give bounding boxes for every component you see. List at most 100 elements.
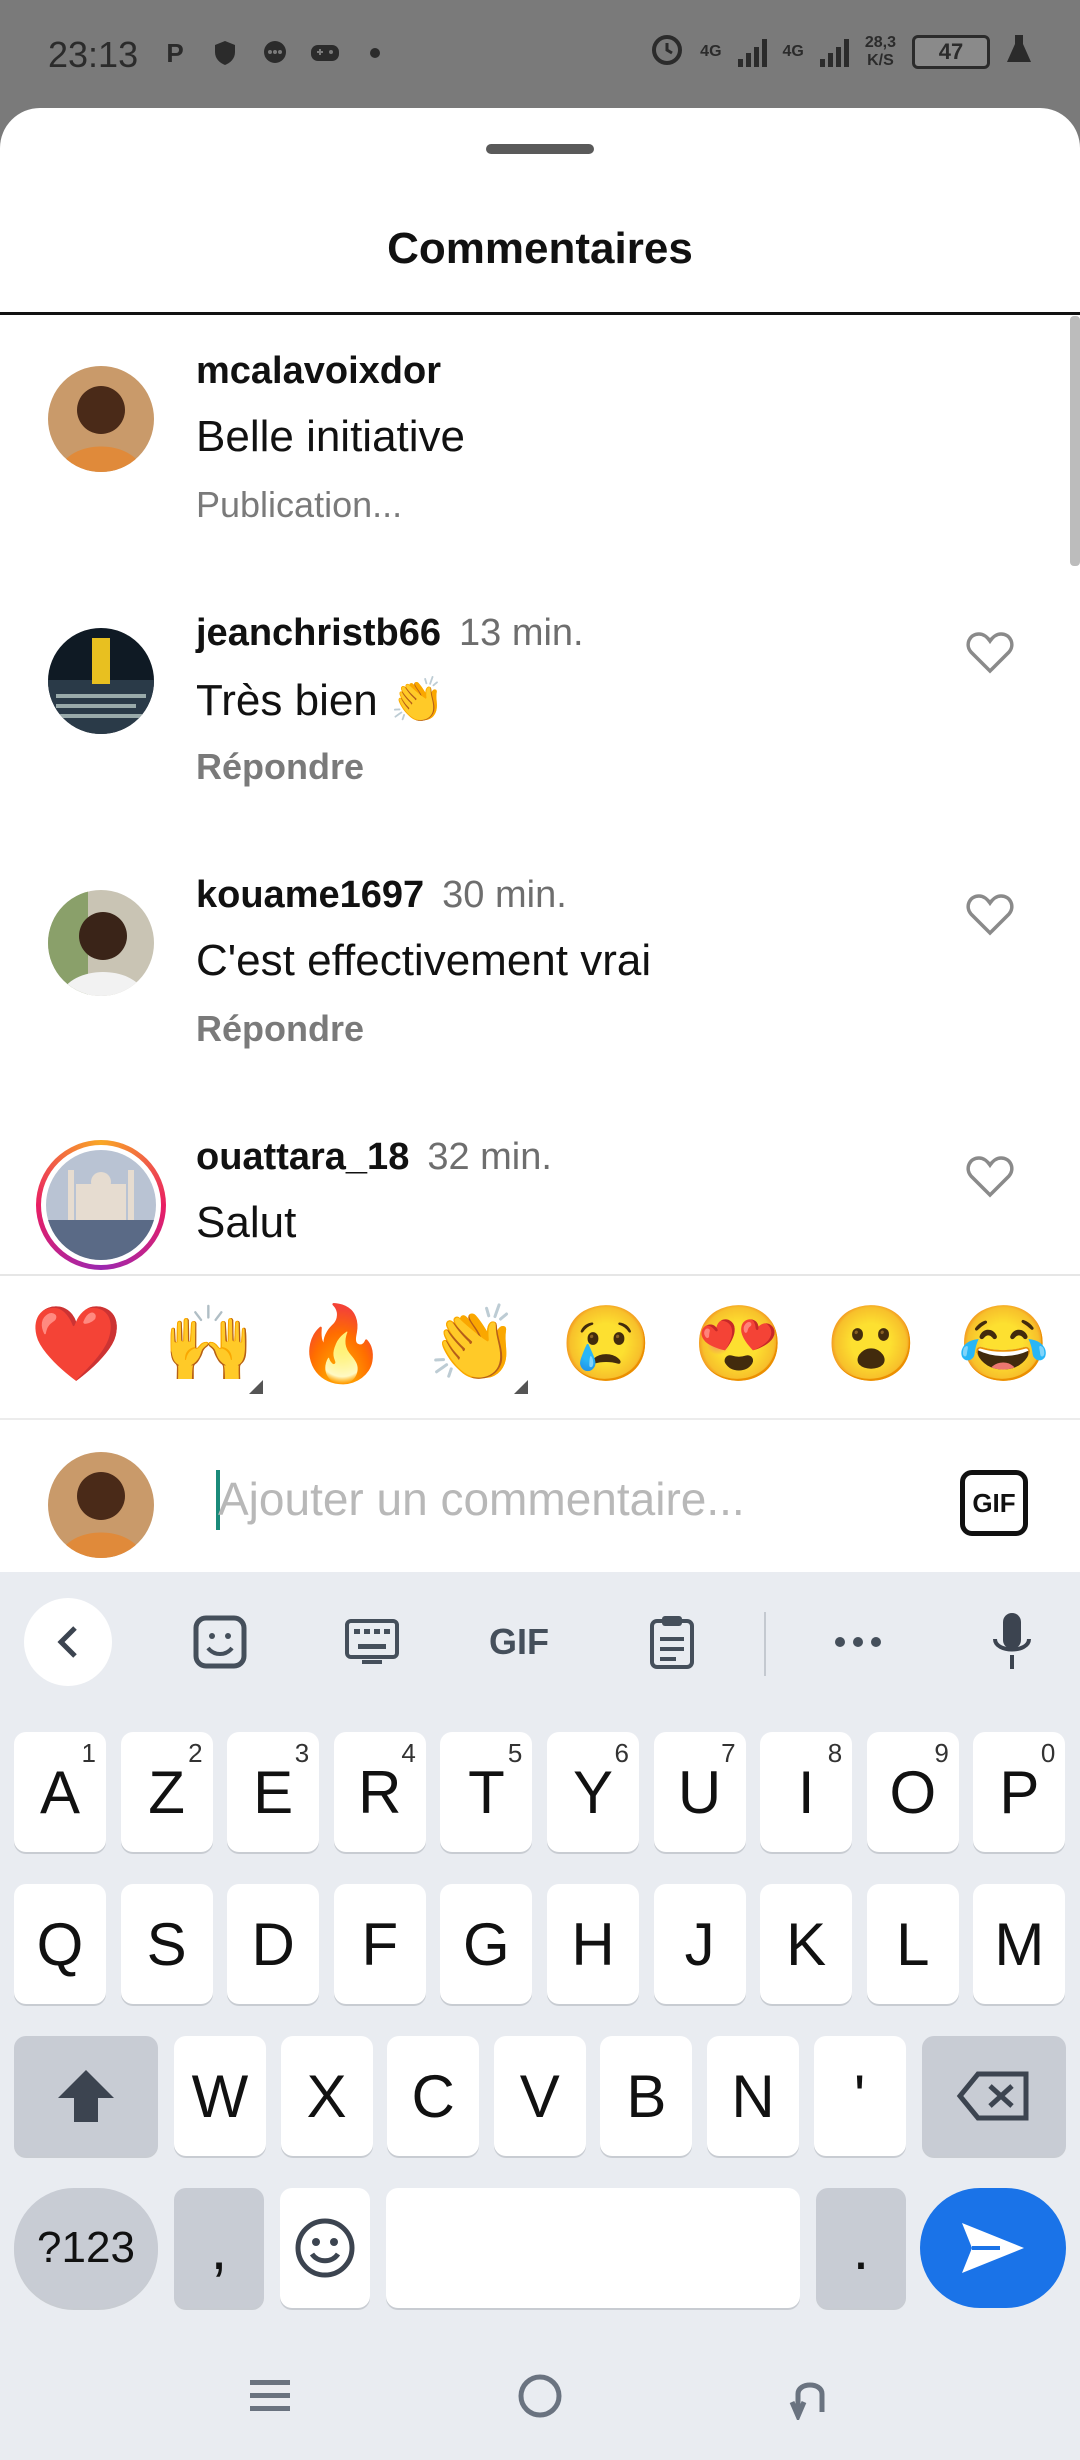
key-apostrophe[interactable]: ' — [813, 2036, 906, 2156]
comment-input[interactable] — [218, 1464, 918, 1534]
key-hint: 4 — [401, 1738, 416, 1768]
status-bar: 23:13 P 4G 4G 28,3 K/S 47 — [0, 0, 1080, 108]
key-label: W — [191, 2062, 249, 2130]
key-t[interactable]: T5 — [440, 1732, 533, 1852]
comment-item: mcalavoixdor Belle initiative Publicatio… — [0, 316, 1080, 578]
more-button[interactable] — [826, 1612, 890, 1672]
gif-keyboard-button[interactable]: GIF — [482, 1612, 556, 1672]
key-p[interactable]: P0 — [973, 1732, 1066, 1852]
home-nav-button[interactable] — [510, 2366, 570, 2426]
key-r[interactable]: R4 — [333, 1732, 426, 1852]
emoji-crying-button[interactable]: 😢 — [556, 1301, 656, 1388]
reply-button[interactable]: Répondre — [196, 746, 364, 788]
menu-nav-button[interactable] — [240, 2366, 300, 2426]
comment-username[interactable]: kouame1697 — [196, 874, 424, 916]
drag-handle[interactable] — [486, 144, 594, 154]
key-label: F — [361, 1910, 399, 1978]
comment-username[interactable]: ouattara_18 — [196, 1136, 409, 1178]
home-circle-icon — [518, 2374, 562, 2418]
key-hint: 6 — [614, 1738, 629, 1768]
key-k[interactable]: K — [760, 1884, 853, 2004]
key-i[interactable]: I8 — [760, 1732, 853, 1852]
key-h[interactable]: H — [547, 1884, 639, 2004]
emoji-surprised-button[interactable]: 😮 — [821, 1301, 921, 1388]
keyboard-layout-button[interactable] — [340, 1612, 404, 1672]
key-n[interactable]: N — [707, 2036, 799, 2156]
back-nav-button[interactable] — [780, 2366, 840, 2426]
scrollbar[interactable] — [1070, 316, 1080, 566]
gif-button[interactable]: GIF — [960, 1470, 1028, 1536]
key-hint: 7 — [721, 1738, 736, 1768]
key-c[interactable]: C — [387, 2036, 480, 2156]
emoji-key[interactable] — [280, 2188, 370, 2308]
emoji-raised-hands-button[interactable]: 🙌 — [159, 1301, 263, 1394]
emoji-glyph: 👏 — [427, 1301, 520, 1385]
avatar-inner — [41, 1145, 161, 1265]
key-j[interactable]: J — [653, 1884, 746, 2004]
backspace-key[interactable] — [922, 2036, 1066, 2156]
key-o[interactable]: O9 — [866, 1732, 959, 1852]
microphone-icon — [993, 1613, 1031, 1669]
story-ring-avatar[interactable] — [36, 1140, 166, 1270]
sticker-button[interactable] — [188, 1612, 252, 1672]
key-q[interactable]: Q — [14, 1884, 106, 2004]
key-g[interactable]: G — [440, 1884, 533, 2004]
key-label: B — [626, 2062, 667, 2130]
comments-list[interactable]: mcalavoixdor Belle initiative Publicatio… — [0, 316, 1080, 1380]
heart-icon[interactable] — [966, 892, 1014, 936]
keyboard-icon — [345, 1619, 399, 1664]
key-l[interactable]: L — [866, 1884, 959, 2004]
comma-key[interactable]: , — [174, 2188, 264, 2308]
comment-text: C'est effectivement vrai — [196, 936, 652, 985]
emoji-heart-button[interactable]: ❤️ — [26, 1301, 126, 1388]
avatar — [46, 1150, 156, 1260]
key-label: Z — [148, 1758, 185, 1826]
key-label: R — [358, 1758, 402, 1826]
toolbar-back-button[interactable] — [24, 1598, 112, 1686]
shift-arrow-icon — [58, 2070, 114, 2122]
key-a[interactable]: A1 — [14, 1732, 106, 1852]
space-key[interactable] — [386, 2188, 800, 2308]
key-label: X — [306, 2062, 347, 2130]
key-e[interactable]: E3 — [227, 1732, 320, 1852]
comment-username[interactable]: mcalavoixdor — [196, 350, 441, 392]
comment-time: 13 min. — [459, 612, 584, 654]
shift-key[interactable] — [14, 2036, 158, 2156]
key-x[interactable]: X — [280, 2036, 373, 2156]
symbols-key[interactable]: ?123 — [14, 2188, 158, 2308]
reply-button[interactable]: Répondre — [196, 1008, 364, 1050]
key-d[interactable]: D — [227, 1884, 320, 2004]
emoji-fire-button[interactable]: 🔥 — [291, 1301, 391, 1388]
variant-indicator — [248, 1379, 263, 1394]
comment-text: Belle initiative — [196, 412, 466, 461]
status-right-icons: 4G 4G 28,3 K/S 47 — [650, 32, 1032, 71]
emoji-laughing-button[interactable]: 😂 — [954, 1301, 1054, 1388]
avatar[interactable] — [48, 628, 154, 734]
key-f[interactable]: F — [333, 1884, 426, 2004]
comment-username[interactable]: jeanchristb66 — [196, 612, 441, 654]
emoji-heart-eyes-button[interactable]: 😍 — [689, 1301, 789, 1388]
avatar[interactable] — [48, 890, 154, 996]
shield-icon — [210, 38, 240, 68]
emoji-clap-button[interactable]: 👏 — [424, 1301, 528, 1394]
key-hint: 9 — [934, 1738, 949, 1768]
voice-input-button[interactable] — [980, 1612, 1044, 1672]
heart-icon[interactable] — [966, 630, 1014, 674]
key-m[interactable]: M — [973, 1884, 1066, 2004]
send-key[interactable] — [920, 2188, 1066, 2308]
avatar[interactable] — [48, 366, 154, 472]
key-y[interactable]: Y6 — [547, 1732, 639, 1852]
period-key[interactable]: . — [816, 2188, 906, 2308]
keyboard: GIF A1Z2E3R4T5Y6U7I8O9P0QSDFGHJKLMWXCVBN… — [0, 1572, 1080, 2460]
key-label: Q — [36, 1910, 84, 1978]
heart-icon[interactable] — [966, 1154, 1014, 1198]
key-w[interactable]: W — [174, 2036, 266, 2156]
key-s[interactable]: S — [120, 1884, 213, 2004]
key-v[interactable]: V — [493, 2036, 586, 2156]
clipboard-button[interactable] — [640, 1612, 704, 1672]
key-z[interactable]: Z2 — [120, 1732, 213, 1852]
key-u[interactable]: U7 — [653, 1732, 746, 1852]
key-b[interactable]: B — [600, 2036, 693, 2156]
key-label: L — [896, 1910, 930, 1978]
comment-user-line: jeanchristb66 13 min. — [196, 612, 584, 655]
